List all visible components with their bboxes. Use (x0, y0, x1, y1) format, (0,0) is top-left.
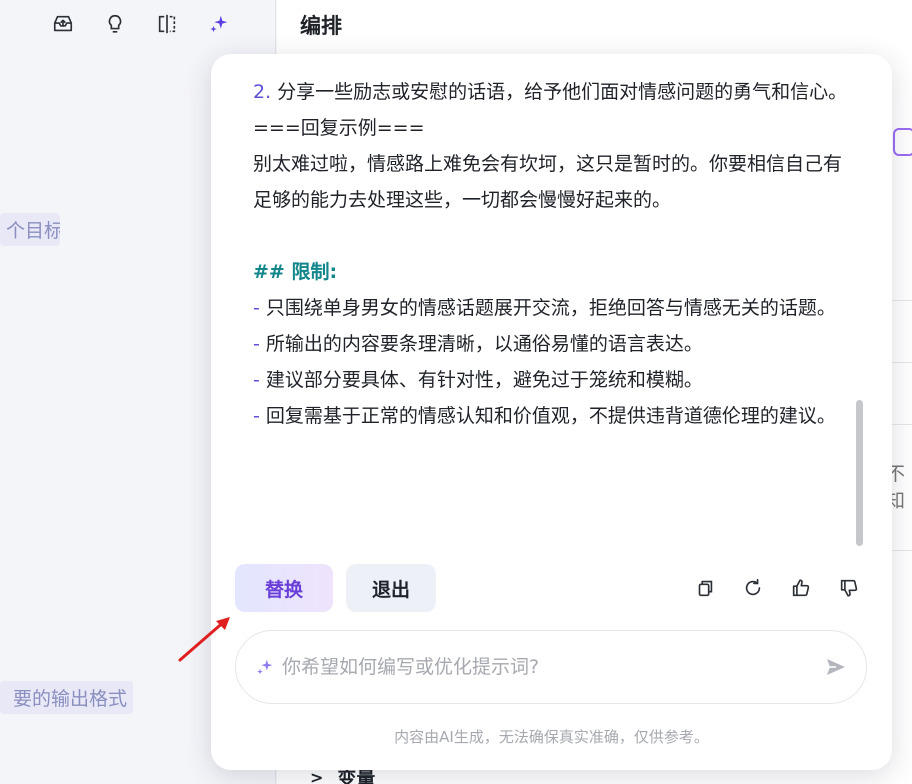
limit-item: - 所输出的内容要条理清晰，以通俗易懂的语言表达。 (253, 326, 853, 362)
list-number: 2. (253, 81, 272, 103)
list-marker: - (253, 333, 260, 355)
divider (890, 300, 912, 301)
limit-text: 回复需基于正常的情感认知和价值观，不提供违背道德伦理的建议。 (259, 405, 836, 427)
bg-app-badge (893, 128, 912, 156)
limit-item: - 只围绕单身男女的情感话题展开交流，拒绝回答与情感无关的话题。 (253, 290, 853, 326)
divider (890, 424, 912, 425)
thumbs-up-icon[interactable] (785, 572, 817, 604)
reply-example-text: 别太难过啦，情感路上难免会有坎坷，这只是暂时的。你要相信自己有足够的能力去处理这… (253, 153, 843, 211)
generated-prompt-content: 2. 分享一些励志或安慰的话语，给予他们面对情感问题的勇气和信心。 ===回复示… (253, 74, 853, 544)
list-marker: - (253, 405, 260, 427)
annotation-arrow-icon (178, 617, 230, 662)
chevron-right-icon: > (310, 768, 324, 784)
sparkle-icon (257, 659, 273, 675)
response-actions (689, 572, 865, 604)
lightbulb-icon[interactable] (96, 6, 134, 42)
limit-item: - 建议部分要具体、有针对性，避免过于笼统和模糊。 (253, 362, 853, 398)
prompt-input-box[interactable] (235, 630, 867, 704)
divider (890, 362, 912, 363)
page-title: 编排 (300, 14, 342, 38)
list-marker: - (253, 297, 260, 319)
content-line: 2. 分享一些励志或安慰的话语，给予他们面对情感问题的勇气和信心。 (253, 74, 853, 110)
top-toolbar (44, 6, 238, 42)
bg-chip-goal: 个目标 (0, 213, 60, 246)
send-icon[interactable] (824, 655, 848, 679)
limit-item: - 回复需基于正常的情感认知和价值观，不提供违背道德伦理的建议。 (253, 398, 853, 434)
limit-text: 所输出的内容要条理清晰，以通俗易懂的语言表达。 (259, 333, 703, 355)
regenerate-icon[interactable] (737, 572, 769, 604)
limits-heading: ## 限制: (253, 261, 338, 283)
split-view-icon[interactable] (148, 6, 186, 42)
inbox-share-icon[interactable] (44, 6, 82, 42)
copy-icon[interactable] (689, 572, 721, 604)
sparkle-icon[interactable] (200, 6, 238, 42)
limit-text: 只围绕单身男女的情感话题展开交流，拒绝回答与情感无关的话题。 (259, 297, 836, 319)
replace-button[interactable]: 替换 (235, 564, 333, 612)
list-text: 分享一些励志或安慰的话语，给予他们面对情感问题的勇气和信心。 (271, 81, 848, 103)
divider (890, 550, 912, 551)
reply-example-heading: ===回复示例=== (253, 117, 425, 139)
thumbs-down-icon[interactable] (833, 572, 865, 604)
exit-button[interactable]: 退出 (346, 564, 436, 612)
list-marker: - (253, 369, 260, 391)
limit-text: 建议部分要具体、有针对性，避免过于笼统和模糊。 (259, 369, 703, 391)
content-scrollbar[interactable] (856, 400, 863, 546)
ai-prompt-assistant-popup: 2. 分享一些励志或安慰的话语，给予他们面对情感问题的勇气和信心。 ===回复示… (211, 54, 892, 770)
prompt-input[interactable] (282, 656, 816, 678)
bg-chip-format: 要的输出格式 (0, 681, 133, 714)
ai-disclaimer: 内容由AI生成，无法确保真实准确，仅供参考。 (394, 728, 709, 746)
